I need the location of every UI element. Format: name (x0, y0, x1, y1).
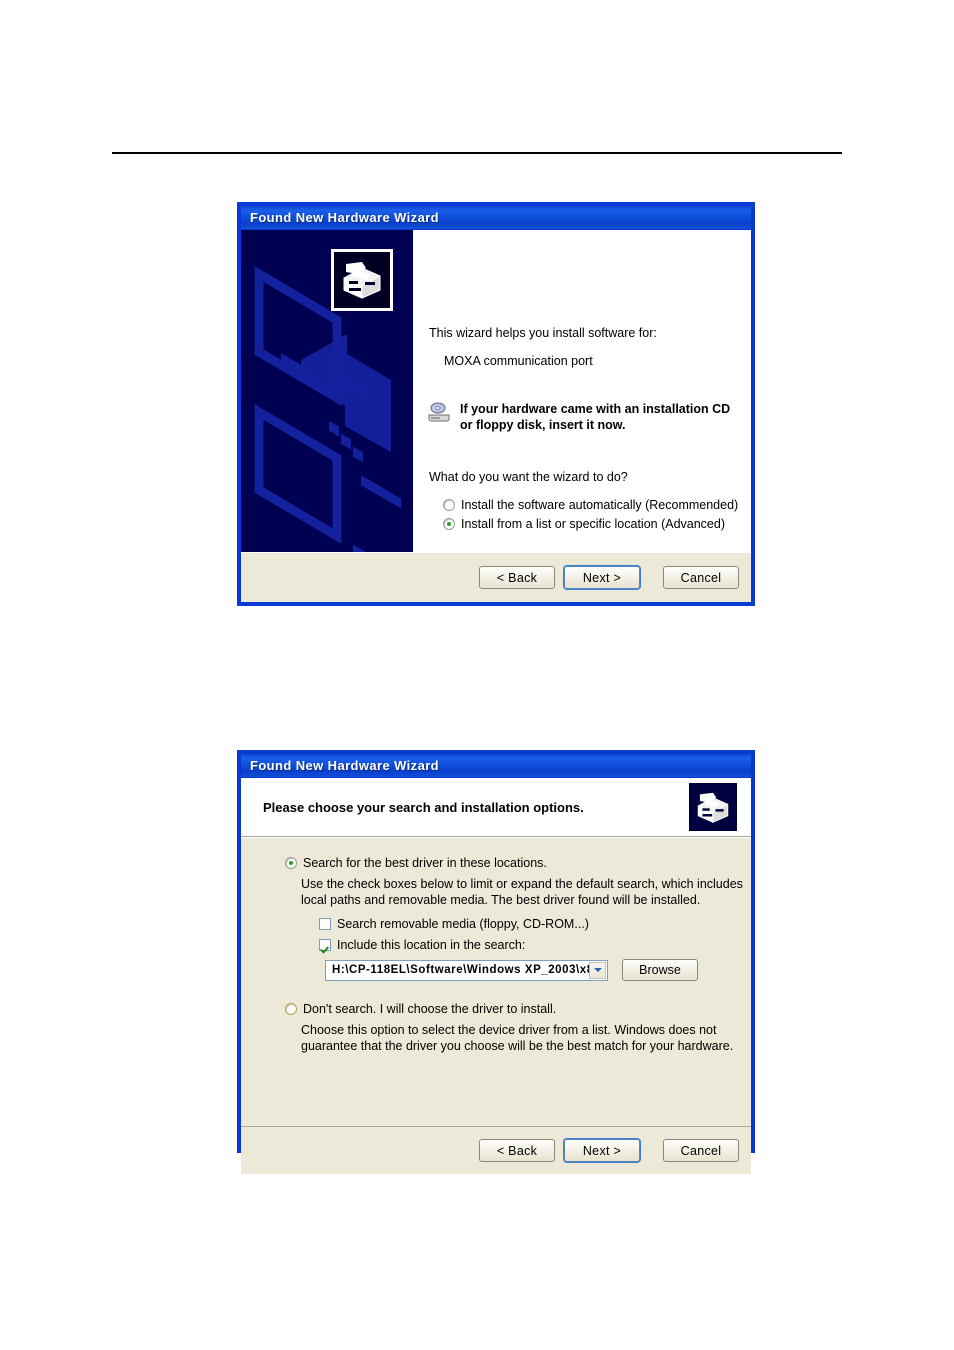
checkbox-search-removable-media-label: Search removable media (floppy, CD-ROM..… (337, 917, 589, 931)
hardware-card-icon (340, 260, 384, 300)
welcome-back-button[interactable]: < Back (479, 566, 555, 589)
found-new-hardware-wizard-options-dialog: Found New Hardware Wizard Please choose … (238, 751, 754, 1174)
radio-dont-search-icon[interactable] (285, 1003, 297, 1015)
checkbox-search-removable-media[interactable]: Search removable media (floppy, CD-ROM..… (319, 917, 589, 931)
welcome-title-text: Found New Hardware Wizard (250, 210, 440, 225)
radio-install-from-list-icon[interactable] (443, 517, 455, 530)
radio-install-from-list[interactable]: Install from a list or specific location… (443, 514, 738, 533)
checkbox-include-location[interactable]: Include this location in the search: (319, 938, 525, 952)
installation-cd-note: If your hardware came with an installati… (427, 400, 747, 433)
radio-dont-search[interactable]: Don't search. I will choose the driver t… (285, 1002, 556, 1016)
welcome-prompt-text: What do you want the wizard to do? (429, 470, 628, 484)
options-next-button[interactable]: Next > (564, 1139, 640, 1162)
checkbox-include-location-icon[interactable] (319, 939, 331, 951)
welcome-buttons: < Back Next > Cancel (241, 553, 751, 602)
radio-search-best-driver[interactable]: Search for the best driver in these loca… (285, 856, 547, 870)
location-path-value: H:\CP-118EL\Software\Windows XP_2003\x86 (332, 964, 601, 976)
options-button-bar: < Back Next > Cancel (241, 1126, 751, 1174)
options-header-title: Please choose your search and installati… (263, 799, 584, 815)
radio-search-best-driver-label: Search for the best driver in these loca… (303, 856, 547, 870)
location-path-combobox[interactable]: H:\CP-118EL\Software\Windows XP_2003\x86 (325, 959, 608, 981)
hardware-card-icon (695, 791, 731, 824)
options-back-button[interactable]: < Back (479, 1139, 555, 1162)
options-header: Please choose your search and installati… (241, 778, 751, 837)
options-titlebar[interactable]: Found New Hardware Wizard (241, 754, 751, 778)
options-cancel-button[interactable]: Cancel (663, 1139, 739, 1162)
welcome-content: This wizard helps you install software f… (413, 230, 751, 569)
radio-install-from-list-label: Install from a list or specific location… (461, 516, 725, 531)
welcome-titlebar[interactable]: Found New Hardware Wizard (241, 206, 751, 230)
options-title-text: Found New Hardware Wizard (250, 758, 440, 773)
radio-search-best-driver-icon[interactable] (285, 857, 297, 869)
welcome-device-name: MOXA communication port (444, 354, 593, 368)
cd-drive-icon (427, 400, 451, 424)
browse-button[interactable]: Browse (622, 959, 698, 981)
radio-install-automatically[interactable]: Install the software automatically (Reco… (443, 495, 738, 514)
cd-note-line-2: or floppy disk, insert it now. (460, 418, 626, 432)
location-path-row: H:\CP-118EL\Software\Windows XP_2003\x86… (325, 959, 698, 981)
checkbox-search-removable-media-icon[interactable] (319, 918, 331, 930)
welcome-intro-text: This wizard helps you install software f… (429, 326, 657, 340)
welcome-button-bar: < Back Next > Cancel (241, 552, 751, 602)
options-buttons: < Back Next > Cancel (241, 1127, 751, 1174)
new-hardware-icon (331, 249, 393, 311)
found-new-hardware-wizard-welcome-dialog: Found New Hardware Wizard This wizard he… (238, 203, 754, 605)
welcome-install-options-group: Install the software automatically (Reco… (443, 495, 738, 533)
options-header-hardware-icon (689, 783, 737, 831)
welcome-next-button[interactable]: Next > (564, 566, 640, 589)
chevron-down-icon[interactable] (589, 961, 606, 979)
welcome-cancel-button[interactable]: Cancel (663, 566, 739, 589)
welcome-body: This wizard helps you install software f… (241, 230, 751, 569)
radio-install-automatically-icon[interactable] (443, 498, 455, 511)
installation-cd-note-text: If your hardware came with an installati… (460, 400, 730, 433)
dont-search-description: Choose this option to select the device … (301, 1023, 734, 1053)
checkbox-include-location-label: Include this location in the search: (337, 938, 526, 952)
options-body: Search for the best driver in these loca… (241, 837, 751, 1126)
radio-dont-search-label: Don't search. I will choose the driver t… (303, 1002, 557, 1016)
cd-note-line-1: If your hardware came with an installati… (460, 402, 731, 416)
search-best-driver-description: Use the check boxes below to limit or ex… (301, 877, 743, 907)
wizard-banner (241, 230, 413, 556)
page-header-rule (112, 152, 842, 154)
radio-install-automatically-label: Install the software automatically (Reco… (461, 497, 739, 512)
